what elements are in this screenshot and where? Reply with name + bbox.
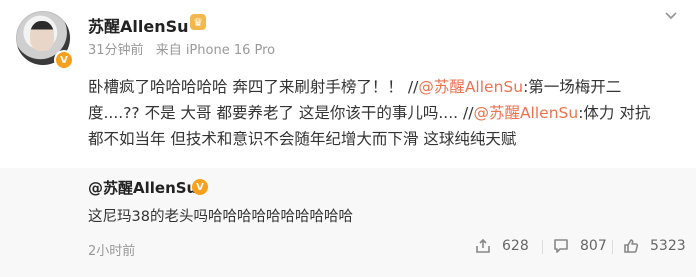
content-text: 卧槽疯了哈哈哈哈哈 奔四了来刷射手榜了！！ // bbox=[88, 78, 419, 96]
post-content: 卧槽疯了哈哈哈哈哈 奔四了来刷射手榜了！！ //@苏醒AllenSu:第一场梅开… bbox=[88, 74, 678, 152]
share-icon bbox=[476, 238, 490, 253]
like-button[interactable]: 5323 bbox=[622, 235, 686, 257]
chevron-down-icon[interactable] bbox=[662, 9, 680, 25]
like-count: 5323 bbox=[650, 238, 686, 254]
repost-username[interactable]: @苏醒AllenSu bbox=[88, 177, 197, 198]
crown-icon[interactable]: ♛ bbox=[190, 14, 206, 30]
avatar-face bbox=[30, 21, 54, 51]
content-text: :体力 对抗 bbox=[578, 104, 651, 122]
username[interactable]: 苏醒AllenSu bbox=[88, 13, 189, 37]
share-count: 628 bbox=[502, 238, 529, 254]
repost-text: 这尼玛38的老头吗哈哈哈哈哈哈哈哈哈哈 bbox=[88, 209, 353, 225]
post-meta: 31分钟前 来自 iPhone 16 Pro bbox=[88, 39, 283, 58]
verified-badge-icon: V bbox=[192, 179, 208, 195]
weibo-post: V 苏醒AllenSu ♛ 31分钟前 来自 iPhone 16 Pro 卧槽疯… bbox=[0, 0, 696, 277]
repost-time[interactable]: 2小时前 bbox=[88, 240, 135, 259]
comment-icon bbox=[554, 239, 568, 253]
comment-count: 807 bbox=[580, 238, 607, 254]
mention-link[interactable]: @苏醒AllenSu bbox=[473, 104, 578, 122]
verified-badge-icon: V bbox=[56, 52, 72, 68]
content-text: :第一场梅开二 bbox=[523, 78, 622, 96]
content-line-3: 都不如当年 但技术和意识不会随年纪增大而下滑 这球纯纯天赋 bbox=[88, 130, 517, 148]
divider bbox=[612, 240, 613, 254]
thumbs-up-icon bbox=[624, 239, 639, 253]
post-source: 来自 iPhone 16 Pro bbox=[155, 43, 276, 58]
share-button[interactable]: 628 bbox=[474, 235, 529, 257]
mention-link[interactable]: @苏醒AllenSu bbox=[418, 78, 523, 96]
divider bbox=[542, 240, 543, 254]
content-text: 度....?? 不是 大哥 都要养老了 这是你该干的事儿吗.... // bbox=[88, 104, 474, 122]
content-line-2: 度....?? 不是 大哥 都要养老了 这是你该干的事儿吗.... //@苏醒A… bbox=[88, 100, 678, 126]
post-time[interactable]: 31分钟前 bbox=[88, 43, 144, 58]
content-line-1: 卧槽疯了哈哈哈哈哈 奔四了来刷射手榜了！！ //@苏醒AllenSu:第一场梅开… bbox=[88, 74, 678, 100]
comment-button[interactable]: 807 bbox=[552, 235, 607, 257]
repost-card[interactable]: @苏醒AllenSu V 这尼玛38的老头吗哈哈哈哈哈哈哈哈哈哈 2小时前 62… bbox=[0, 168, 696, 277]
